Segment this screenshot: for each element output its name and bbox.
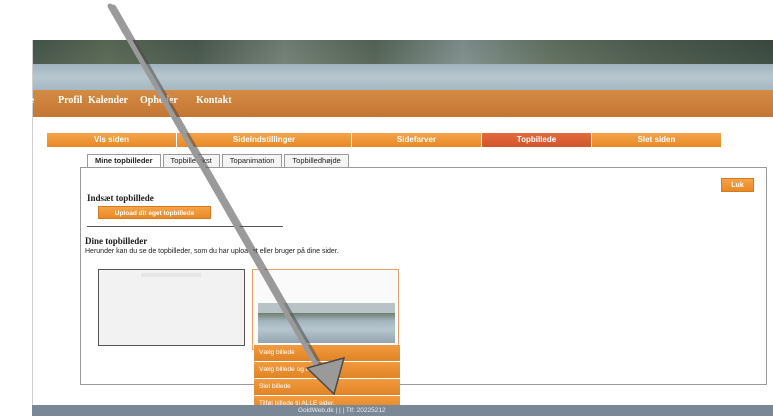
thumbnail-placeholder	[141, 273, 201, 277]
thumbnail-sky	[258, 303, 395, 313]
subtab-mine-topbilleder[interactable]: Mine topbilleder	[87, 154, 161, 167]
subtab-topbilledhojde[interactable]: Topbilledhøjde	[284, 154, 349, 167]
nav-item-profil[interactable]: Profil	[58, 95, 82, 106]
upload-topbillede-button[interactable]: Upload dit eget topbillede	[98, 206, 211, 219]
footer-text: GoldWeb.dk | | | Tlf: 20225212	[298, 407, 386, 414]
tab-topbillede[interactable]: Topbillede	[482, 133, 592, 147]
subtab-topbilletekst[interactable]: Topbilletekst	[162, 154, 220, 167]
nav-item-kontakt[interactable]: Kontakt	[196, 95, 232, 106]
footer-bar	[32, 405, 773, 416]
tab-vis-siden[interactable]: Vis siden	[47, 133, 177, 147]
empty-thumbnail[interactable]	[98, 269, 245, 346]
topbillede-thumbnail[interactable]	[252, 269, 399, 350]
sub-tabs: Mine topbilleder Topbilletekst Topanimat…	[87, 154, 351, 167]
close-button[interactable]: Luk	[721, 178, 754, 192]
nav-item-kalender[interactable]: Kalender	[88, 95, 128, 106]
mine-description: Herunder kan du se de topbilleder, som d…	[85, 248, 339, 255]
tab-sidefarver[interactable]: Sidefarver	[352, 133, 482, 147]
menu-item-slet-billede[interactable]: Slet billede	[254, 379, 400, 395]
menu-item-vaelg-billede[interactable]: Vælg billede	[254, 345, 400, 361]
insert-heading: Indsæt topbillede	[87, 193, 154, 203]
menu-item-vaelg-og-tilpas[interactable]: Vælg billede og tilpas højde	[254, 362, 400, 378]
mine-heading: Dine topbilleder	[85, 236, 148, 246]
header-banner-image	[33, 40, 773, 90]
divider	[87, 226, 283, 227]
thumbnail-context-menu: Vælg billede Vælg billede og tilpas højd…	[254, 345, 400, 413]
banner-lake	[33, 64, 773, 90]
main-tabs: Vis siden Sideindstillinger Sidefarver T…	[47, 133, 722, 147]
subtab-topanimation[interactable]: Topanimation	[221, 154, 283, 167]
nav-item-forside[interactable]: Forside	[2, 95, 34, 106]
tab-sideindstillinger[interactable]: Sideindstillinger	[177, 133, 352, 147]
tab-slet-siden[interactable]: Slet siden	[592, 133, 722, 147]
nav-item-opheder[interactable]: Opheder	[140, 95, 178, 106]
banner-trees	[33, 40, 773, 64]
thumbnail-photo	[258, 303, 395, 343]
